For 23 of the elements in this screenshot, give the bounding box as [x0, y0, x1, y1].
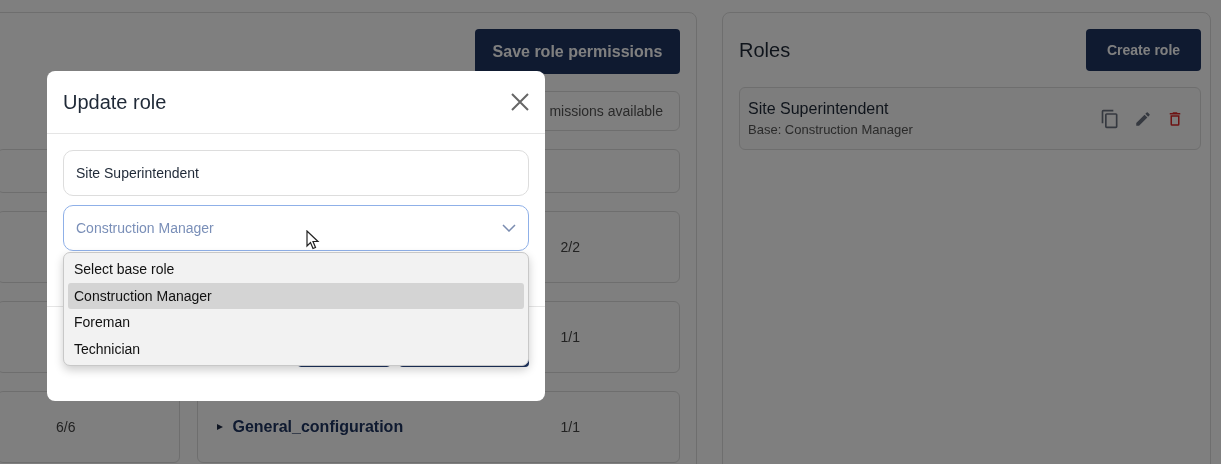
group-title: General_configuration [232, 418, 404, 436]
dropdown-option[interactable]: Select base role [68, 256, 524, 283]
role-base: Base: Construction Manager [748, 122, 913, 137]
dropdown-option[interactable]: Construction Manager [68, 282, 524, 309]
chevron-down-icon [502, 224, 516, 232]
create-role-button[interactable]: Create role [1086, 29, 1201, 71]
copy-icon[interactable] [1100, 108, 1120, 129]
panel-title: Roles [739, 38, 791, 62]
save-permissions-button[interactable]: Save role permissions [475, 29, 680, 74]
dropdown-option[interactable]: Foreman [68, 309, 524, 336]
dropdown-option[interactable]: Technician [68, 335, 524, 362]
expand-toggle-icon[interactable] [216, 423, 225, 431]
dialog-title: Update role [63, 90, 167, 114]
role-card[interactable]: Site Superintendent Base: Construction Manager [739, 87, 1201, 150]
permission-count: 1/1 [560, 419, 580, 435]
permission-count: 1/1 [560, 329, 580, 345]
pencil-icon[interactable] [1134, 109, 1152, 128]
close-icon[interactable] [510, 92, 530, 112]
role-name: Site Superintendent [748, 100, 890, 118]
mouse-cursor-icon [306, 230, 320, 250]
permission-count: 2/2 [560, 239, 580, 255]
role-name-field[interactable]: Site Superintendent [63, 150, 529, 196]
permission-count: 6/6 [56, 419, 76, 435]
